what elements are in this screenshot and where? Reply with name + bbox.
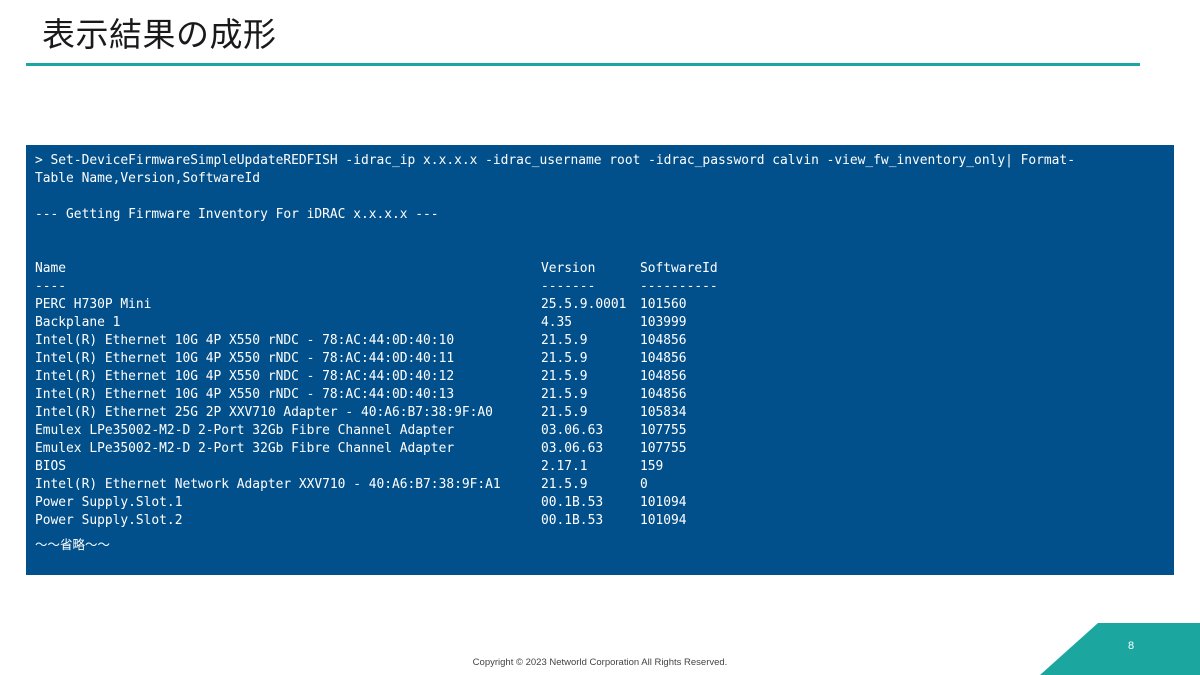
cell-software-id: 101560 <box>640 297 687 312</box>
underline-software-id: ---------- <box>640 279 718 294</box>
cell-name: PERC H730P Mini <box>35 297 152 312</box>
title-divider <box>26 63 1140 66</box>
cell-version: 21.5.9 <box>541 333 588 348</box>
table-row: PERC H730P Mini 25.5.9.0001 101560 <box>35 296 1174 314</box>
cell-name: Intel(R) Ethernet 10G 4P X550 rNDC - 78:… <box>35 387 455 402</box>
command-line-continuation: Table Name,Version,SoftwareId <box>35 171 261 186</box>
table-row: Intel(R) Ethernet 25G 2P XXV710 Adapter … <box>35 404 1174 422</box>
column-header-software-id: SoftwareId <box>640 261 718 276</box>
cell-version: 00.1B.53 <box>541 495 604 510</box>
cell-software-id: 104856 <box>640 387 687 402</box>
cell-version: 2.17.1 <box>541 459 588 474</box>
cell-version: 4.35 <box>541 315 573 330</box>
table-row: Emulex LPe35002-M2-D 2-Port 32Gb Fibre C… <box>35 440 1174 458</box>
command-line: > Set-DeviceFirmwareSimpleUpdateREDFISH … <box>35 153 1075 168</box>
cell-software-id: 104856 <box>640 351 687 366</box>
table-row: Power Supply.Slot.1 00.1B.53 101094 <box>35 494 1174 512</box>
cell-software-id: 105834 <box>640 405 687 420</box>
cell-name: BIOS <box>35 459 67 474</box>
cell-version: 21.5.9 <box>541 351 588 366</box>
cell-name: Intel(R) Ethernet 25G 2P XXV710 Adapter … <box>35 405 493 420</box>
page-number: 8 <box>1127 640 1135 652</box>
underline-name: ---- <box>35 279 67 294</box>
table-row: BIOS 2.17.1 159 <box>35 458 1174 476</box>
table-body: PERC H730P Mini 25.5.9.0001 101560 Backp… <box>35 296 1174 530</box>
table-row: Intel(R) Ethernet 10G 4P X550 rNDC - 78:… <box>35 368 1174 386</box>
column-header-name: Name <box>35 261 67 276</box>
cell-name: Emulex LPe35002-M2-D 2-Port 32Gb Fibre C… <box>35 423 455 438</box>
omitted-note: 〜〜省略〜〜 <box>35 537 111 552</box>
table-row: Intel(R) Ethernet Network Adapter XXV710… <box>35 476 1174 494</box>
cell-software-id: 103999 <box>640 315 687 330</box>
cell-software-id: 107755 <box>640 423 687 438</box>
cell-name: Intel(R) Ethernet Network Adapter XXV710… <box>35 477 501 492</box>
cell-version: 25.5.9.0001 <box>541 297 627 312</box>
cell-version: 21.5.9 <box>541 369 588 384</box>
cell-software-id: 101094 <box>640 513 687 528</box>
table-row: Intel(R) Ethernet 10G 4P X550 rNDC - 78:… <box>35 332 1174 350</box>
cell-name: Intel(R) Ethernet 10G 4P X550 rNDC - 78:… <box>35 333 455 348</box>
cell-name: Emulex LPe35002-M2-D 2-Port 32Gb Fibre C… <box>35 441 455 456</box>
cell-name: Power Supply.Slot.1 <box>35 495 183 510</box>
cell-name: Power Supply.Slot.2 <box>35 513 183 528</box>
table-row: Backplane 1 4.35 103999 <box>35 314 1174 332</box>
powershell-output-panel: > Set-DeviceFirmwareSimpleUpdateREDFISH … <box>26 145 1174 575</box>
cell-version: 21.5.9 <box>541 405 588 420</box>
cell-software-id: 159 <box>640 459 664 474</box>
cell-name: Backplane 1 <box>35 315 121 330</box>
cell-software-id: 101094 <box>640 495 687 510</box>
cell-version: 21.5.9 <box>541 477 588 492</box>
table-header-underline: ---- ------- ---------- <box>35 278 1174 296</box>
cell-version: 03.06.63 <box>541 423 604 438</box>
cell-name: Intel(R) Ethernet 10G 4P X550 rNDC - 78:… <box>35 369 455 384</box>
cell-software-id: 0 <box>640 477 648 492</box>
cell-software-id: 107755 <box>640 441 687 456</box>
table-header-row: Name Version SoftwareId <box>35 260 1174 278</box>
table-row: Intel(R) Ethernet 10G 4P X550 rNDC - 78:… <box>35 350 1174 368</box>
underline-version: ------- <box>541 279 596 294</box>
table-row: Intel(R) Ethernet 10G 4P X550 rNDC - 78:… <box>35 386 1174 404</box>
table-row: Power Supply.Slot.2 00.1B.53 101094 <box>35 512 1174 530</box>
column-header-version: Version <box>541 261 596 276</box>
table-row: Emulex LPe35002-M2-D 2-Port 32Gb Fibre C… <box>35 422 1174 440</box>
slide-title: 表示結果の成形 <box>42 15 277 54</box>
cell-software-id: 104856 <box>640 369 687 384</box>
cell-version: 03.06.63 <box>541 441 604 456</box>
status-line: --- Getting Firmware Inventory For iDRAC… <box>35 207 439 222</box>
cell-version: 21.5.9 <box>541 387 588 402</box>
cell-version: 00.1B.53 <box>541 513 604 528</box>
cell-name: Intel(R) Ethernet 10G 4P X550 rNDC - 78:… <box>35 351 455 366</box>
footer-copyright: Copyright © 2023 Networld Corporation Al… <box>472 657 728 668</box>
cell-software-id: 104856 <box>640 333 687 348</box>
